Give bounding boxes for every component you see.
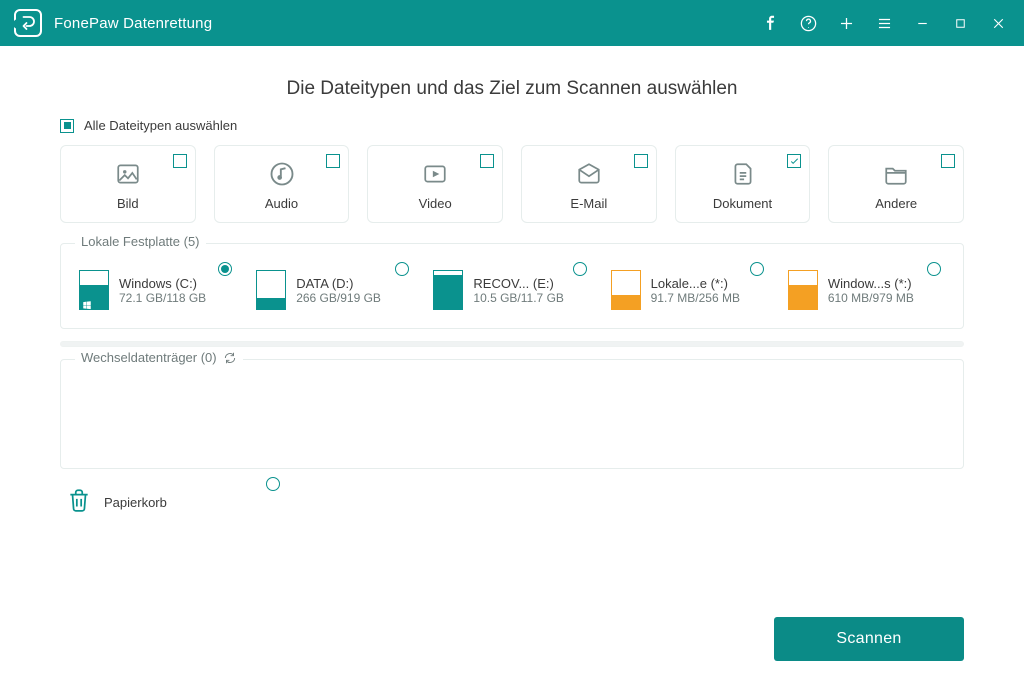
filetype-card-audio[interactable]: Audio — [214, 145, 350, 223]
drive-radio[interactable] — [573, 262, 587, 276]
drive-icon — [433, 270, 463, 310]
filetype-checkbox-document[interactable] — [787, 154, 801, 168]
local-disks-title: Lokale Festplatte (5) — [75, 234, 206, 249]
filetype-checkbox-image[interactable] — [173, 154, 187, 168]
drive-icon — [788, 270, 818, 310]
drive-name: Lokale...e (*:) — [651, 276, 740, 291]
title-bar: FonePaw Datenrettung — [0, 0, 1024, 46]
page-heading: Die Dateitypen und das Ziel zum Scannen … — [60, 78, 964, 100]
close-button[interactable] — [982, 7, 1014, 39]
drive-radio[interactable] — [395, 262, 409, 276]
drive-size: 10.5 GB/11.7 GB — [473, 291, 564, 305]
help-icon[interactable] — [792, 7, 824, 39]
local-disks-section: Lokale Festplatte (5) Windows (C:)72.1 G… — [60, 243, 964, 329]
filetype-label: E-Mail — [570, 196, 607, 211]
image-icon — [113, 158, 143, 190]
filetype-checkbox-other[interactable] — [941, 154, 955, 168]
drive-item[interactable]: DATA (D:)266 GB/919 GB — [254, 266, 415, 314]
filetype-card-other[interactable]: Andere — [828, 145, 964, 223]
filetype-label: Andere — [875, 196, 917, 211]
drive-icon — [79, 270, 109, 310]
filetype-grid: Bild Audio Video E-Mail Dokument Andere — [60, 145, 964, 223]
trash-icon — [66, 487, 92, 518]
removable-title: Wechseldatenträger (0) — [75, 350, 243, 365]
select-all-checkbox[interactable] — [60, 119, 74, 133]
drive-radio[interactable] — [750, 262, 764, 276]
select-all-label: Alle Dateitypen auswählen — [84, 118, 237, 133]
drive-radio[interactable] — [218, 262, 232, 276]
removable-section: Wechseldatenträger (0) — [60, 359, 964, 469]
filetype-card-email[interactable]: E-Mail — [521, 145, 657, 223]
drive-name: DATA (D:) — [296, 276, 381, 291]
filetype-label: Dokument — [713, 196, 772, 211]
title-bar-actions — [754, 7, 1014, 39]
footer: Scannen — [0, 617, 1024, 679]
drive-size: 91.7 MB/256 MB — [651, 291, 740, 305]
drive-icon — [611, 270, 641, 310]
filetype-checkbox-email[interactable] — [634, 154, 648, 168]
drive-icon — [256, 270, 286, 310]
drive-item[interactable]: Window...s (*:)610 MB/979 MB — [786, 266, 947, 314]
email-icon — [574, 158, 604, 190]
windows-logo-icon — [82, 297, 92, 307]
app-window: FonePaw Datenrettung Die Dateitypen und … — [0, 0, 1024, 679]
recycle-bin-label: Papierkorb — [104, 495, 167, 510]
facebook-icon[interactable] — [754, 7, 786, 39]
recycle-bin-radio[interactable] — [266, 477, 280, 491]
audio-icon — [268, 158, 296, 190]
add-icon[interactable] — [830, 7, 862, 39]
filetype-label: Video — [419, 196, 452, 211]
menu-icon[interactable] — [868, 7, 900, 39]
drive-item[interactable]: Windows (C:)72.1 GB/118 GB — [77, 266, 238, 314]
filetype-label: Bild — [117, 196, 139, 211]
scan-button[interactable]: Scannen — [774, 617, 964, 661]
filetype-card-document[interactable]: Dokument — [675, 145, 811, 223]
maximize-button[interactable] — [944, 7, 976, 39]
drive-size: 610 MB/979 MB — [828, 291, 914, 305]
filetype-checkbox-video[interactable] — [480, 154, 494, 168]
filetype-label: Audio — [265, 196, 298, 211]
filetype-card-video[interactable]: Video — [367, 145, 503, 223]
recycle-bin-option[interactable]: Papierkorb — [60, 481, 240, 522]
app-logo-icon — [14, 9, 42, 37]
app-title: FonePaw Datenrettung — [54, 15, 212, 32]
drive-item[interactable]: RECOV... (E:)10.5 GB/11.7 GB — [431, 266, 592, 314]
drive-name: RECOV... (E:) — [473, 276, 564, 291]
drive-name: Window...s (*:) — [828, 276, 914, 291]
drive-list: Windows (C:)72.1 GB/118 GB DATA (D:)266 G… — [77, 266, 947, 314]
drive-size: 266 GB/919 GB — [296, 291, 381, 305]
refresh-icon[interactable] — [223, 351, 237, 365]
filetype-checkbox-audio[interactable] — [326, 154, 340, 168]
minimize-button[interactable] — [906, 7, 938, 39]
filetype-card-image[interactable]: Bild — [60, 145, 196, 223]
video-icon — [419, 158, 451, 190]
drive-name: Windows (C:) — [119, 276, 206, 291]
drive-item[interactable]: Lokale...e (*:)91.7 MB/256 MB — [609, 266, 770, 314]
drive-scrollbar[interactable] — [60, 341, 964, 347]
select-all-row[interactable]: Alle Dateitypen auswählen — [60, 118, 964, 133]
drive-radio[interactable] — [927, 262, 941, 276]
other-icon — [881, 158, 911, 190]
drive-size: 72.1 GB/118 GB — [119, 291, 206, 305]
main-content: Die Dateitypen und das Ziel zum Scannen … — [0, 46, 1024, 617]
document-icon — [730, 158, 756, 190]
